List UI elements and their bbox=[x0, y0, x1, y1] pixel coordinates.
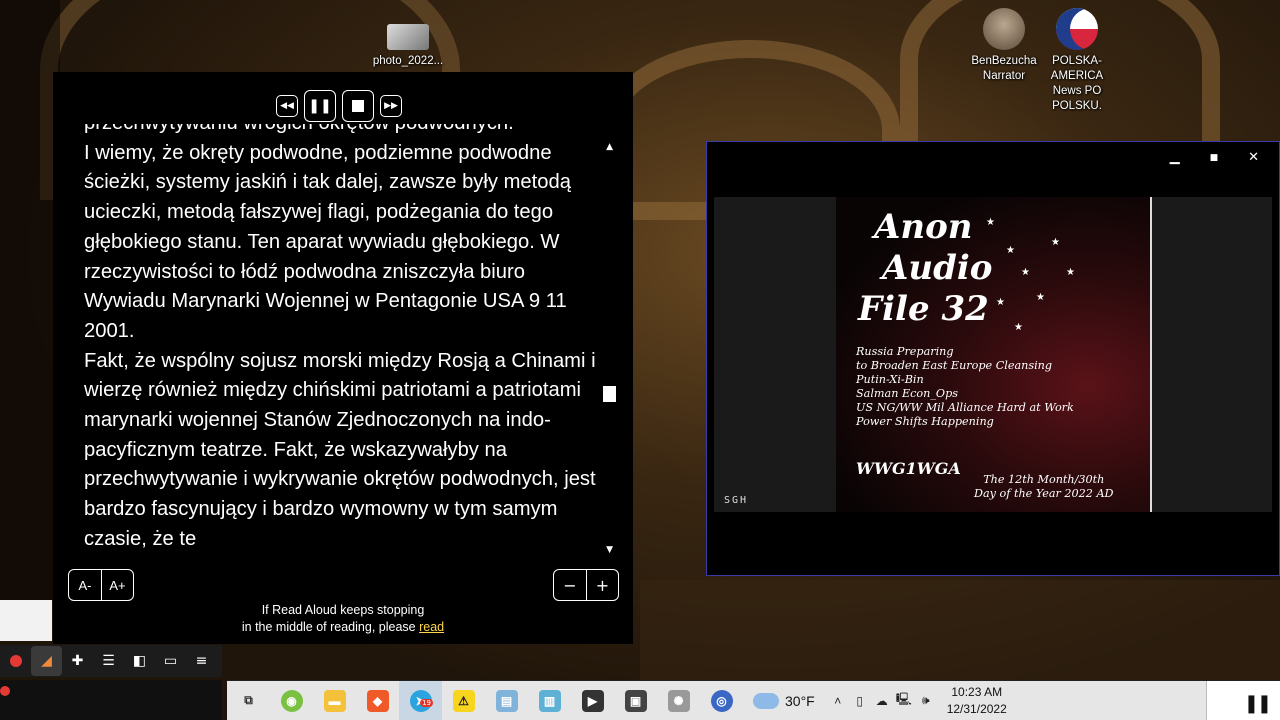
close-button[interactable]: ✕ bbox=[1248, 150, 1259, 167]
desktop-icon-polska-america[interactable]: POLSKA-AMERICA News PO POLSKU. bbox=[1037, 8, 1117, 114]
font-size-controls: A- A+ bbox=[68, 569, 134, 601]
taskbar: ⧉ ◉ ▬ ◆ ➤19 ⚠ ▤ ▥ ▶ ▣ ✺ ◎ 30°F ˄ ▯ ☁ 🖳 🕪… bbox=[227, 680, 1280, 720]
system-tray: 30°F ˄ ▯ ☁ 🖳 🕪 10:23 AM 12/31/2022 bbox=[749, 684, 1009, 718]
scroll-down-arrow[interactable]: ▼ bbox=[606, 545, 613, 555]
record-small-icon bbox=[0, 686, 10, 696]
poster-title: Anon Audio File 32 bbox=[858, 207, 993, 329]
speed-increase-button[interactable]: + bbox=[586, 570, 618, 600]
telegram-icon[interactable]: ➤19 bbox=[399, 680, 442, 720]
flag-globe-icon bbox=[1056, 8, 1098, 50]
record-icon[interactable] bbox=[0, 646, 31, 676]
photos-icon[interactable]: ▣ bbox=[614, 681, 657, 720]
playback-controls: ◀◀ ❚❚ ▶▶ bbox=[276, 90, 402, 122]
android-app-icon[interactable]: ◉ bbox=[270, 681, 313, 720]
sticky-app-icon[interactable]: ⚠ bbox=[442, 681, 485, 720]
browser-extensions-bar: ◢ ✚ ☰ ◧ ▭ ≡ bbox=[0, 645, 222, 677]
minimize-button[interactable]: ▁ bbox=[1170, 150, 1180, 167]
rewind-button[interactable]: ◀◀ bbox=[276, 95, 298, 117]
desktop-icon-label: BenBezucha Narrator bbox=[971, 55, 1037, 82]
rewind-icon: ◀◀ bbox=[280, 101, 294, 111]
video-poster: ★ ★ ★ ★ ★ ★ ★ ★ Anon Audio File 32 Russi… bbox=[836, 197, 1150, 512]
stopping-notice: If Read Aloud keeps stopping in the midd… bbox=[53, 602, 633, 636]
puzzle-icon[interactable]: ✚ bbox=[62, 646, 93, 676]
partial-browser-window bbox=[0, 680, 222, 720]
pause-icon: ❚❚ bbox=[1243, 693, 1272, 714]
clock[interactable]: 10:23 AM 12/31/2022 bbox=[945, 684, 1009, 718]
clock-time: 10:23 AM bbox=[951, 684, 1003, 699]
menu-icon[interactable]: ≡ bbox=[186, 646, 217, 676]
photo-thumbnail-icon bbox=[387, 24, 429, 50]
poster-code: WWG1WGA bbox=[856, 459, 961, 478]
cloud-icon[interactable]: ☁ bbox=[871, 694, 893, 708]
network-icon[interactable]: 🖳 bbox=[893, 690, 915, 711]
fast-forward-icon: ▶▶ bbox=[384, 101, 398, 111]
poster-headlines: Russia Preparing to Broaden East Europe … bbox=[856, 345, 1074, 428]
stop-button[interactable] bbox=[342, 90, 374, 122]
video-editor-icon[interactable]: ▶ bbox=[571, 681, 614, 720]
weather-widget[interactable]: 30°F bbox=[749, 687, 815, 709]
obs-icon[interactable]: ◎ bbox=[700, 681, 743, 720]
reading-text: przechwytywaniu wrogich okrętów podwodny… bbox=[84, 124, 596, 554]
playlist-icon[interactable]: ☰ bbox=[93, 646, 124, 676]
read-aloud-icon[interactable]: ◢ bbox=[31, 646, 62, 676]
notice-line-1: If Read Aloud keeps stopping bbox=[261, 603, 425, 617]
clock-date: 12/31/2022 bbox=[946, 701, 1007, 716]
maximize-button[interactable]: ■ bbox=[1210, 150, 1219, 167]
video-player-window: ▁ ■ ✕ ★ ★ ★ ★ ★ ★ ★ ★ Anon Audio File 32… bbox=[706, 141, 1280, 576]
chevron-up-icon[interactable]: ˄ bbox=[827, 694, 849, 708]
telegram-badge: 19 bbox=[420, 698, 433, 707]
stop-icon bbox=[352, 100, 364, 112]
document-app-icon[interactable]: ▤ bbox=[485, 681, 528, 720]
pause-button[interactable]: ❚❚ bbox=[304, 90, 336, 122]
wallet-icon[interactable]: ▭ bbox=[155, 646, 186, 676]
narrator-avatar-icon bbox=[983, 8, 1025, 50]
notice-line-2: in the middle of reading, please read bbox=[241, 620, 445, 634]
speed-controls: − + bbox=[553, 569, 619, 601]
text-paragraph: I wiemy, że okręty podwodne, podziemne p… bbox=[84, 141, 571, 342]
poster-date: The 12th Month/30th Day of the Year 2022… bbox=[974, 473, 1114, 500]
font-decrease-button[interactable]: A- bbox=[69, 570, 101, 600]
desktop-icon-label: photo_2022... bbox=[372, 55, 444, 67]
forward-button[interactable]: ▶▶ bbox=[380, 95, 402, 117]
speed-decrease-button[interactable]: − bbox=[554, 570, 586, 600]
pause-icon: ❚❚ bbox=[308, 98, 332, 114]
volume-icon[interactable]: 🕪 bbox=[915, 693, 937, 708]
scroll-up-arrow[interactable]: ▲ bbox=[606, 142, 613, 152]
task-view-icon[interactable]: ⧉ bbox=[227, 681, 270, 720]
sidebar-icon[interactable]: ◧ bbox=[124, 646, 155, 676]
network-tool-icon[interactable]: ✺ bbox=[657, 681, 700, 720]
device-icon[interactable]: ▯ bbox=[849, 694, 871, 708]
notes-app-icon[interactable]: ▥ bbox=[528, 681, 571, 720]
scrollbar-thumb[interactable] bbox=[603, 386, 616, 402]
brave-browser-icon[interactable]: ◆ bbox=[356, 681, 399, 720]
temperature: 30°F bbox=[785, 692, 815, 709]
read-aloud-panel: ◀◀ ❚❚ ▶▶ przechwytywaniu wrogich okrętów… bbox=[53, 72, 633, 644]
poster-divider bbox=[1150, 197, 1152, 512]
text-paragraph: Fakt, że wspólny sojusz morski między Ro… bbox=[84, 349, 596, 550]
video-frame[interactable]: ★ ★ ★ ★ ★ ★ ★ ★ Anon Audio File 32 Russi… bbox=[714, 197, 1272, 512]
font-increase-button[interactable]: A+ bbox=[101, 570, 133, 600]
text-paragraph: przechwytywaniu wrogich okrętów podwodny… bbox=[84, 124, 596, 139]
desktop-icon-photo[interactable]: photo_2022... bbox=[368, 24, 448, 69]
read-link[interactable]: read bbox=[419, 620, 444, 634]
desktop-icon-benbezucha[interactable]: BenBezucha Narrator bbox=[964, 8, 1044, 84]
video-tag: SGH bbox=[724, 495, 749, 506]
partial-window bbox=[0, 600, 52, 641]
file-explorer-icon[interactable]: ▬ bbox=[313, 681, 356, 720]
window-controls: ▁ ■ ✕ bbox=[1170, 150, 1259, 167]
desktop-icon-label: POLSKA-AMERICA News PO POLSKU. bbox=[1050, 55, 1104, 112]
show-desktop-area[interactable]: ❚❚ bbox=[1206, 681, 1280, 720]
weather-cloud-icon bbox=[749, 687, 779, 709]
